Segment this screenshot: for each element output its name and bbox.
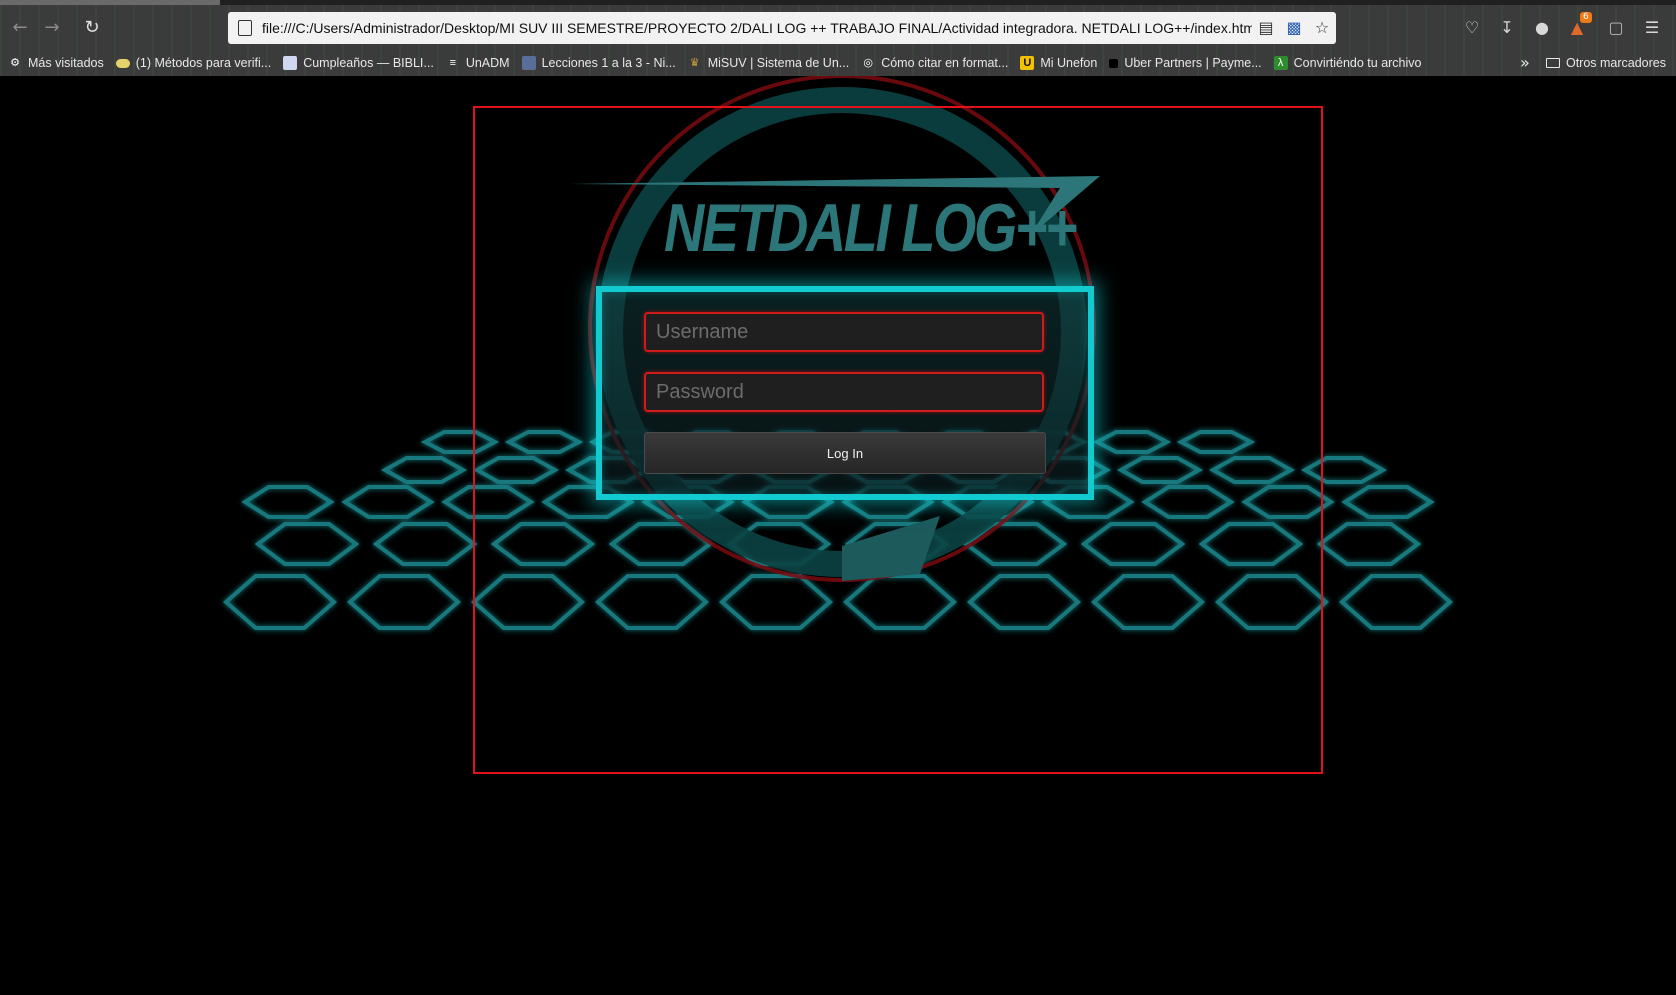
- tab-strip: [0, 0, 1676, 5]
- back-icon[interactable]: ←: [8, 16, 32, 40]
- bookmark-item[interactable]: ◎ Cómo citar en format...: [861, 56, 1008, 70]
- reload-icon[interactable]: ↻: [80, 16, 104, 40]
- bookmark-item[interactable]: Uber Partners | Payme...: [1109, 56, 1262, 70]
- username-input[interactable]: [644, 312, 1044, 352]
- address-bar[interactable]: file:///C:/Users/Administrador/Desktop/M…: [228, 12, 1336, 44]
- bookmark-label: UnADM: [465, 56, 510, 70]
- other-bookmarks-label: Otros marcadores: [1565, 56, 1666, 70]
- notification-badge: 6: [1580, 12, 1592, 23]
- bookmark-item[interactable]: Cumpleaños — BIBLI...: [283, 56, 434, 70]
- bookmark-star-icon[interactable]: ☆: [1308, 14, 1336, 42]
- menu-icon[interactable]: ☰: [1640, 16, 1664, 40]
- lambda-icon: λ: [1273, 56, 1288, 70]
- url-text[interactable]: file:///C:/Users/Administrador/Desktop/M…: [262, 20, 1252, 36]
- uber-icon: [1109, 58, 1119, 68]
- download-icon[interactable]: ↧: [1495, 16, 1519, 40]
- bookmarks-toolbar: ⚙ Más visitados (1) Métodos para verifi.…: [0, 52, 1676, 74]
- doc-icon: [283, 56, 298, 70]
- extension-icon[interactable]: ●: [1530, 16, 1554, 40]
- bookmark-label: Cumpleaños — BIBLI...: [303, 56, 434, 70]
- other-bookmarks[interactable]: Otros marcadores: [1545, 52, 1666, 74]
- login-panel: Log In: [596, 286, 1094, 500]
- chevron-more-icon[interactable]: »: [1520, 52, 1530, 74]
- sidebar-icon[interactable]: ▢: [1604, 16, 1628, 40]
- bookmark-label: MiSUV | Sistema de Un...: [707, 56, 850, 70]
- unefon-icon: U: [1020, 56, 1035, 70]
- bookmark-label: Lecciones 1 a la 3 - Ni...: [541, 56, 676, 70]
- page-viewport: NETDALI LOG++ Log In: [0, 76, 1676, 995]
- avatar-icon: [521, 56, 536, 70]
- bookmark-item[interactable]: ⚙ Más visitados: [8, 56, 104, 70]
- pill-icon: [115, 58, 130, 68]
- login-button[interactable]: Log In: [644, 432, 1046, 474]
- active-tab[interactable]: [0, 0, 220, 5]
- bookmark-item[interactable]: Lecciones 1 a la 3 - Ni...: [521, 56, 676, 70]
- bookmark-label: Más visitados: [28, 56, 104, 70]
- pocket-icon[interactable]: ♡: [1460, 16, 1484, 40]
- globe-icon: ◎: [863, 57, 873, 69]
- browser-chrome: ← → ↻ file:///C:/Users/Administrador/Des…: [0, 0, 1676, 76]
- unadm-icon: ≡: [449, 57, 457, 69]
- folder-icon: [1545, 58, 1560, 68]
- bookmark-item[interactable]: U Mi Unefon: [1020, 56, 1097, 70]
- password-input[interactable]: [644, 372, 1044, 412]
- bookmark-item[interactable]: λ Convirtiéndo tu archivo: [1273, 56, 1422, 70]
- gear-icon: ⚙: [10, 57, 20, 69]
- bookmark-label: Uber Partners | Payme...: [1124, 56, 1262, 70]
- bookmark-label: Mi Unefon: [1040, 56, 1098, 70]
- forward-icon[interactable]: →: [40, 16, 64, 40]
- bookmark-item[interactable]: ≡ UnADM: [446, 56, 510, 70]
- screenshot-icon[interactable]: ▩: [1280, 14, 1308, 42]
- bookmark-label: Convirtiéndo tu archivo: [1293, 56, 1422, 70]
- bookmark-label: (1) Métodos para verifi...: [135, 56, 272, 70]
- bookmark-item[interactable]: (1) Métodos para verifi...: [115, 56, 272, 70]
- bookmark-label: Cómo citar en format...: [881, 56, 1009, 70]
- bookmark-item[interactable]: ♛ MiSUV | Sistema de Un...: [688, 56, 850, 70]
- reader-view-icon[interactable]: ▤: [1252, 14, 1280, 42]
- page-icon: [238, 20, 252, 36]
- crest-icon: ♛: [689, 57, 700, 69]
